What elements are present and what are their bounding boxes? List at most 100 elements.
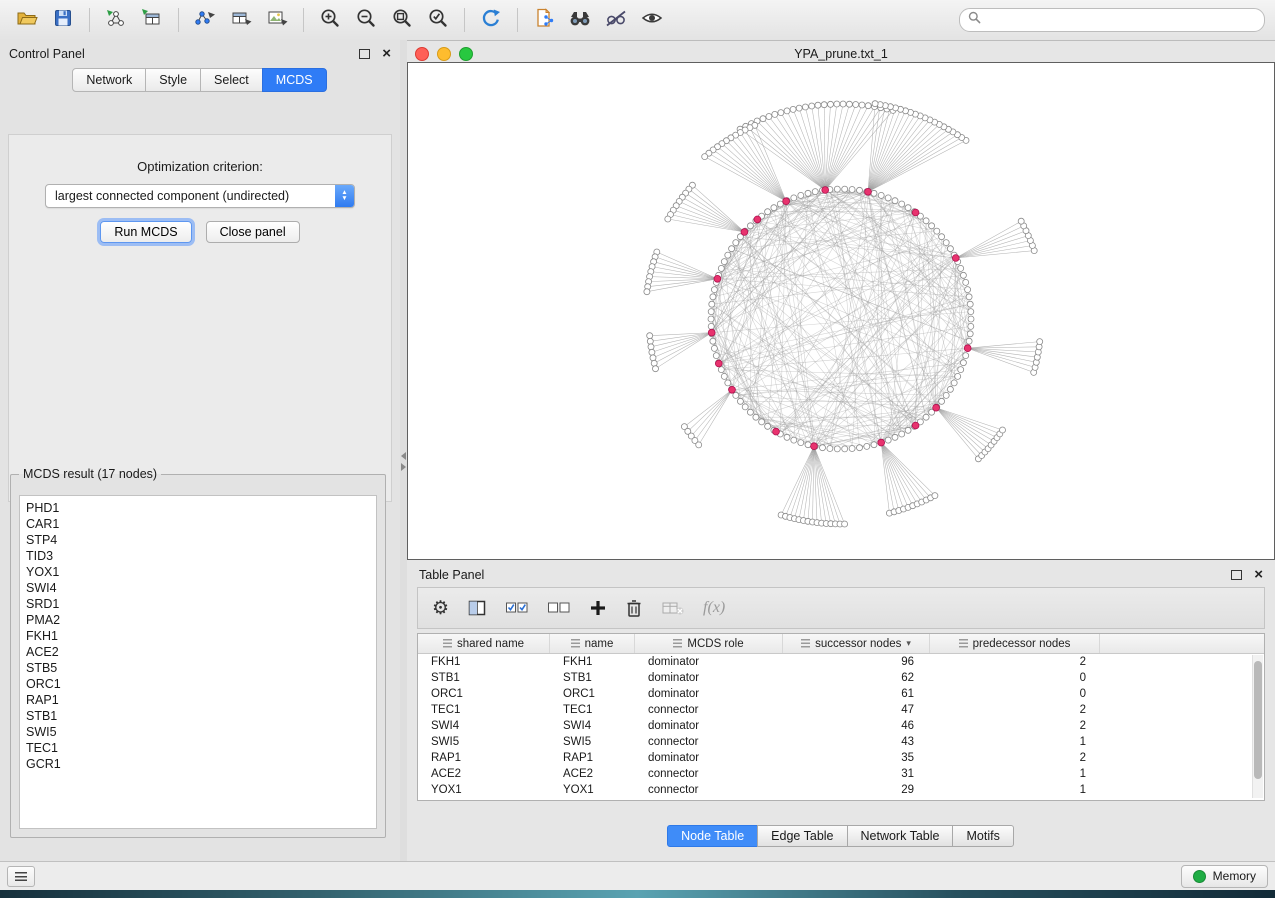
table-row[interactable]: ACE2ACE2connector311 xyxy=(418,766,1264,782)
table-row[interactable]: SWI4SWI4dominator462 xyxy=(418,718,1264,734)
mcds-result-item[interactable]: ORC1 xyxy=(26,676,376,692)
table-cell: 61 xyxy=(783,688,930,700)
column-header-predecessor-nodes[interactable]: predecessor nodes xyxy=(930,634,1100,653)
refresh-button[interactable] xyxy=(474,5,508,35)
mcds-result-list[interactable]: PHD1CAR1STP4TID3YOX1SWI4SRD1PMA2FKH1ACE2… xyxy=(19,495,377,829)
table-row[interactable]: STB1STB1dominator620 xyxy=(418,670,1264,686)
control-panel-tabs: Network Style Select MCDS xyxy=(0,68,400,92)
tab-network-table[interactable]: Network Table xyxy=(847,825,954,847)
network-window: YPA_prune.txt_1 xyxy=(407,45,1275,560)
splitter-collapse-icon[interactable] xyxy=(400,452,407,471)
import-network-icon xyxy=(105,8,127,33)
mcds-result-item[interactable]: SRD1 xyxy=(26,596,376,612)
criterion-dropdown-value: largest connected component (undirected) xyxy=(55,189,289,203)
status-bar: Memory xyxy=(0,861,1275,890)
close-window-icon[interactable] xyxy=(415,47,429,61)
tab-edge-table[interactable]: Edge Table xyxy=(757,825,847,847)
tab-select[interactable]: Select xyxy=(200,68,263,92)
node-table-header: shared name name MCDS role successor nod… xyxy=(418,634,1264,654)
toolbar-search[interactable] xyxy=(959,8,1265,32)
criterion-dropdown[interactable]: largest connected component (undirected)… xyxy=(45,184,355,208)
column-selector-icon[interactable] xyxy=(467,595,487,621)
column-header-name[interactable]: name xyxy=(550,634,635,653)
mcds-result-item[interactable]: CAR1 xyxy=(26,516,376,532)
panel-splitter[interactable] xyxy=(400,40,407,862)
mcds-result-item[interactable]: GCR1 xyxy=(26,756,376,772)
mcds-result-item[interactable]: SWI4 xyxy=(26,580,376,596)
maximize-window-icon[interactable] xyxy=(459,47,473,61)
table-cell: 2 xyxy=(930,752,1100,764)
save-button[interactable] xyxy=(46,5,80,35)
zoom-out-button[interactable] xyxy=(349,5,383,35)
network-graph[interactable] xyxy=(408,63,1274,559)
import-network-button[interactable] xyxy=(99,5,133,35)
table-panel-tabs: Node Table Edge Table Network Table Moti… xyxy=(407,825,1275,847)
search-input[interactable] xyxy=(987,12,1256,28)
network-window-titlebar: YPA_prune.txt_1 xyxy=(407,45,1275,62)
export-network-button[interactable] xyxy=(188,5,222,35)
tab-network[interactable]: Network xyxy=(72,68,146,92)
table-settings-gear-icon[interactable]: ⚙ xyxy=(432,595,449,621)
add-row-icon[interactable] xyxy=(589,595,607,621)
zoom-fit-button[interactable] xyxy=(385,5,419,35)
table-cell: 2 xyxy=(930,720,1100,732)
select-all-checkboxes-icon[interactable] xyxy=(505,595,529,621)
delete-table-disabled-icon xyxy=(661,595,685,621)
mcds-result-item[interactable]: PHD1 xyxy=(26,500,376,516)
mcds-result-item[interactable]: YOX1 xyxy=(26,564,376,580)
column-header-successor-nodes[interactable]: successor nodes ▾ xyxy=(783,634,930,653)
tab-style[interactable]: Style xyxy=(145,68,201,92)
table-cell: YOX1 xyxy=(550,784,635,796)
sort-chevron-icon[interactable]: ▾ xyxy=(906,638,911,649)
network-canvas[interactable] xyxy=(407,62,1275,560)
close-panel-icon[interactable]: × xyxy=(1254,570,1263,580)
table-vertical-scrollbar[interactable] xyxy=(1252,655,1263,798)
search-network-button[interactable] xyxy=(563,5,597,35)
table-cell: 35 xyxy=(783,752,930,764)
table-row[interactable]: PHD1PHD1dominator180 xyxy=(418,798,1264,801)
run-mcds-button[interactable]: Run MCDS xyxy=(100,221,191,243)
table-row[interactable]: FKH1FKH1dominator962 xyxy=(418,654,1264,670)
table-row[interactable]: TEC1TEC1connector472 xyxy=(418,702,1264,718)
import-table-button[interactable] xyxy=(135,5,169,35)
export-image-button[interactable] xyxy=(260,5,294,35)
float-window-icon[interactable] xyxy=(1231,570,1242,580)
table-row[interactable]: YOX1YOX1connector291 xyxy=(418,782,1264,798)
mcds-result-item[interactable]: STB1 xyxy=(26,708,376,724)
mcds-result-item[interactable]: ACE2 xyxy=(26,644,376,660)
float-window-icon[interactable] xyxy=(359,49,370,59)
tab-mcds[interactable]: MCDS xyxy=(262,68,327,92)
status-menu-button[interactable] xyxy=(7,866,35,887)
scrollbar-thumb[interactable] xyxy=(1254,661,1262,779)
table-cell: ACE2 xyxy=(418,768,550,780)
deselect-all-checkboxes-icon[interactable] xyxy=(547,595,571,621)
column-type-icon xyxy=(571,639,580,648)
show-graphics-details-button[interactable] xyxy=(635,5,669,35)
column-header-shared-name[interactable]: shared name xyxy=(418,634,550,653)
delete-row-trash-icon[interactable] xyxy=(625,595,643,621)
mcds-result-item[interactable]: TID3 xyxy=(26,548,376,564)
minimize-window-icon[interactable] xyxy=(437,47,451,61)
mcds-result-item[interactable]: FKH1 xyxy=(26,628,376,644)
zoom-in-button[interactable] xyxy=(313,5,347,35)
close-panel-button[interactable]: Close panel xyxy=(206,221,300,243)
open-file-button[interactable] xyxy=(10,5,44,35)
mcds-result-item[interactable]: SWI5 xyxy=(26,724,376,740)
tab-motifs[interactable]: Motifs xyxy=(952,825,1013,847)
tab-node-table[interactable]: Node Table xyxy=(667,825,758,847)
mcds-result-item[interactable]: STP4 xyxy=(26,532,376,548)
column-header-mcds-role[interactable]: MCDS role xyxy=(635,634,783,653)
mcds-result-item[interactable]: STB5 xyxy=(26,660,376,676)
memory-button[interactable]: Memory xyxy=(1181,865,1268,888)
hide-graphics-details-button[interactable] xyxy=(599,5,633,35)
table-row[interactable]: RAP1RAP1dominator352 xyxy=(418,750,1264,766)
table-row[interactable]: ORC1ORC1dominator610 xyxy=(418,686,1264,702)
export-table-button[interactable] xyxy=(224,5,258,35)
close-panel-icon[interactable]: × xyxy=(382,49,391,59)
mcds-result-item[interactable]: RAP1 xyxy=(26,692,376,708)
share-document-button[interactable] xyxy=(527,5,561,35)
zoom-selected-button[interactable] xyxy=(421,5,455,35)
mcds-result-item[interactable]: TEC1 xyxy=(26,740,376,756)
mcds-result-item[interactable]: PMA2 xyxy=(26,612,376,628)
table-row[interactable]: SWI5SWI5connector431 xyxy=(418,734,1264,750)
